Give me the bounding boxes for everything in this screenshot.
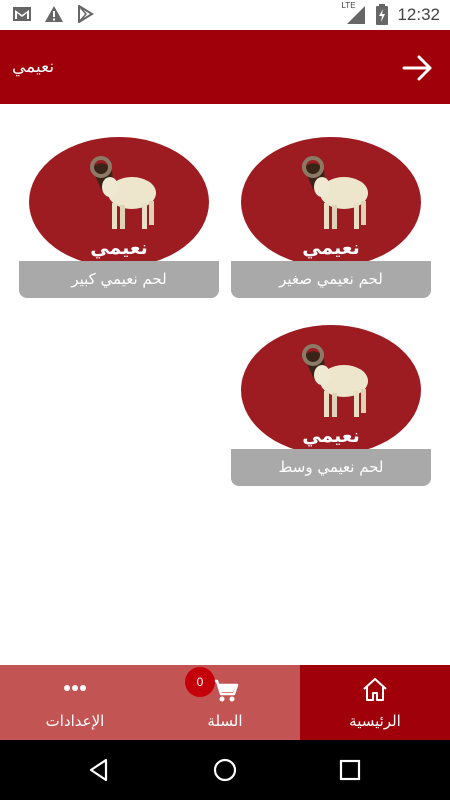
product-card-small[interactable]: نعيمي لحم نعيمي صغير bbox=[231, 137, 431, 307]
product-grid: نعيمي لحم نعيمي صغير نعيمي لحم نعيمي كبي… bbox=[0, 104, 450, 665]
home-icon bbox=[363, 678, 387, 701]
nav-settings[interactable]: الإعدادات bbox=[0, 665, 150, 740]
nav-cart[interactable]: 0 السلة bbox=[150, 665, 300, 740]
sheep-icon bbox=[302, 156, 368, 229]
product-card-medium[interactable]: نعيمي لحم نعيمي وسط bbox=[231, 325, 431, 495]
app-bar: نعيمي bbox=[0, 30, 450, 104]
sheep-icon bbox=[90, 156, 156, 229]
status-indicators: LTE 12:32 bbox=[341, 1, 440, 26]
system-nav-bar bbox=[0, 740, 450, 800]
sheep-icon bbox=[302, 344, 368, 417]
product-badge: نعيمي bbox=[90, 237, 148, 259]
page-title: نعيمي bbox=[12, 57, 55, 77]
product-image-circle: نعيمي bbox=[29, 137, 209, 267]
lte-signal-icon: LTE bbox=[341, 1, 367, 26]
nav-cart-label: السلة bbox=[207, 712, 243, 730]
arrow-right-icon[interactable] bbox=[400, 50, 436, 86]
more-dots-icon bbox=[64, 685, 86, 691]
warning-icon bbox=[45, 6, 63, 22]
recents-square-icon[interactable] bbox=[335, 755, 365, 785]
gmail-icon bbox=[13, 7, 31, 21]
play-store-icon bbox=[78, 5, 94, 23]
product-badge: نعيمي bbox=[302, 425, 360, 447]
product-image-circle: نعيمي bbox=[241, 325, 421, 455]
status-bar: LTE 12:32 bbox=[0, 0, 450, 30]
nav-home-label: الرئيسية bbox=[349, 712, 401, 730]
status-notifications bbox=[12, 5, 94, 23]
product-name: لحم نعيمي كبير bbox=[19, 261, 219, 298]
back-triangle-icon[interactable] bbox=[85, 755, 115, 785]
product-badge: نعيمي bbox=[302, 237, 360, 259]
product-name: لحم نعيمي وسط bbox=[231, 449, 431, 486]
nav-settings-label: الإعدادات bbox=[45, 712, 105, 730]
bottom-nav: الإعدادات 0 السلة الرئيسية bbox=[0, 665, 450, 740]
status-time: 12:32 bbox=[397, 5, 440, 24]
product-image-circle: نعيمي bbox=[241, 137, 421, 267]
cart-count-badge: 0 bbox=[185, 667, 215, 697]
product-name: لحم نعيمي صغير bbox=[231, 261, 431, 298]
nav-home[interactable]: الرئيسية bbox=[300, 665, 450, 740]
home-circle-icon[interactable] bbox=[210, 755, 240, 785]
lte-label: LTE bbox=[341, 1, 356, 10]
battery-icon bbox=[376, 4, 389, 25]
product-card-large[interactable]: نعيمي لحم نعيمي كبير bbox=[19, 137, 219, 307]
